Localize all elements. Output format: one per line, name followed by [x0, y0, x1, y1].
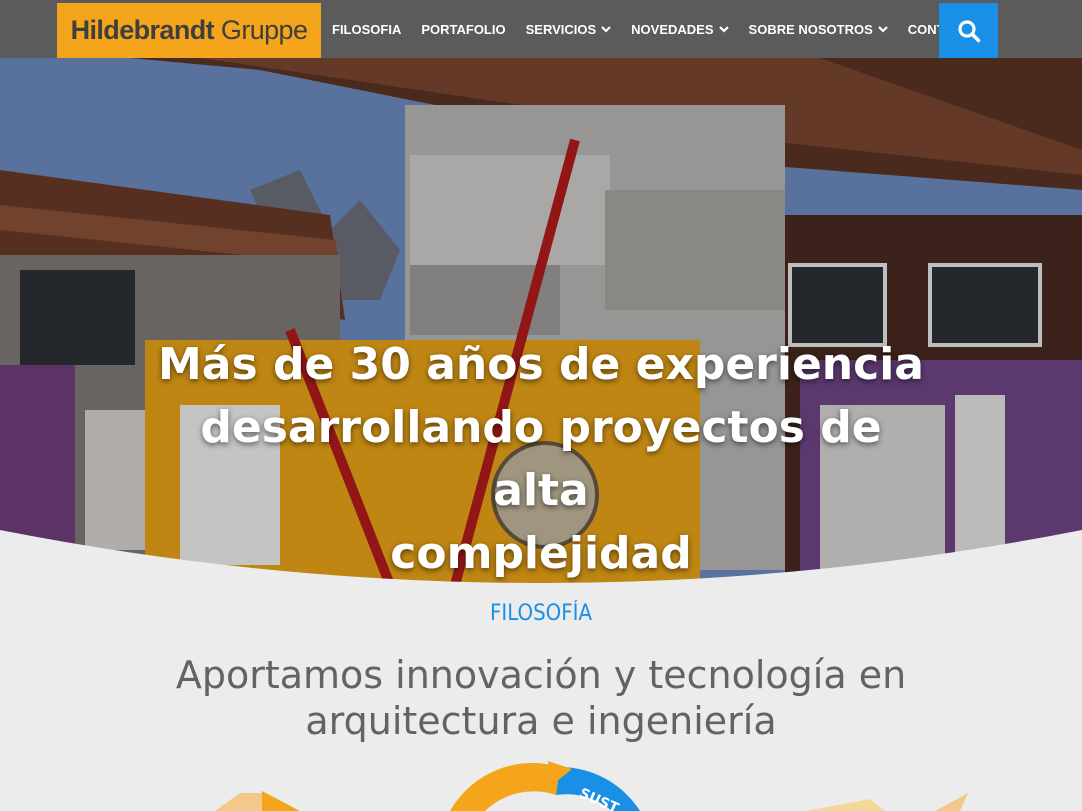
nav-item-label: SOBRE NOSOTROS — [748, 21, 873, 37]
nav-item-label: SERVICIOS — [525, 21, 597, 37]
philosophy-graphics: SUST — [215, 761, 968, 811]
main-nav: FILOSOFIA PORTAFOLIO SERVICIOS NOVEDADES… — [322, 0, 990, 58]
section-heading: Aportamos innovación y tecnología en arq… — [140, 652, 942, 744]
right-star-graphic — [805, 793, 968, 811]
nav-item-portafolio[interactable]: PORTAFOLIO — [411, 0, 515, 58]
cycle-diagram-graphic: SUST — [450, 761, 640, 811]
section-heading-line: arquitectura e ingeniería — [305, 699, 777, 743]
search-icon — [957, 19, 980, 42]
nav-item-servicios[interactable]: SERVICIOS — [516, 0, 622, 58]
hero-banner: Más de 30 años de experiencia desarrolla… — [0, 0, 1082, 585]
brand-name-light: Gruppe — [214, 15, 308, 45]
chevron-down-icon — [601, 26, 611, 33]
nav-item-sobre-nosotros[interactable]: SOBRE NOSOTROS — [739, 0, 898, 58]
nav-item-label: PORTAFOLIO — [421, 21, 506, 37]
search-button[interactable] — [939, 3, 998, 58]
brand-logo[interactable]: Hildebrandt Gruppe — [57, 3, 321, 58]
chevron-down-icon — [878, 26, 888, 33]
left-arrow-graphic — [215, 791, 300, 811]
section-heading-line: Aportamos innovación y tecnología en — [175, 653, 907, 697]
section-label: FILOSOFÍA — [489, 601, 593, 626]
nav-item-filosofia[interactable]: FILOSOFIA — [322, 0, 411, 58]
chevron-down-icon — [718, 26, 729, 33]
nav-item-label: NOVEDADES — [631, 21, 714, 37]
hero-bottom-curve — [0, 530, 1082, 585]
site-header: Hildebrandt Gruppe FILOSOFIA PORTAFOLIO … — [0, 0, 1082, 58]
brand-name-bold: Hildebrandt — [70, 15, 215, 45]
page: Más de 30 años de experiencia desarrolla… — [0, 0, 1082, 811]
nav-item-novedades[interactable]: NOVEDADES — [621, 0, 738, 58]
nav-item-label: FILOSOFIA — [332, 21, 402, 37]
